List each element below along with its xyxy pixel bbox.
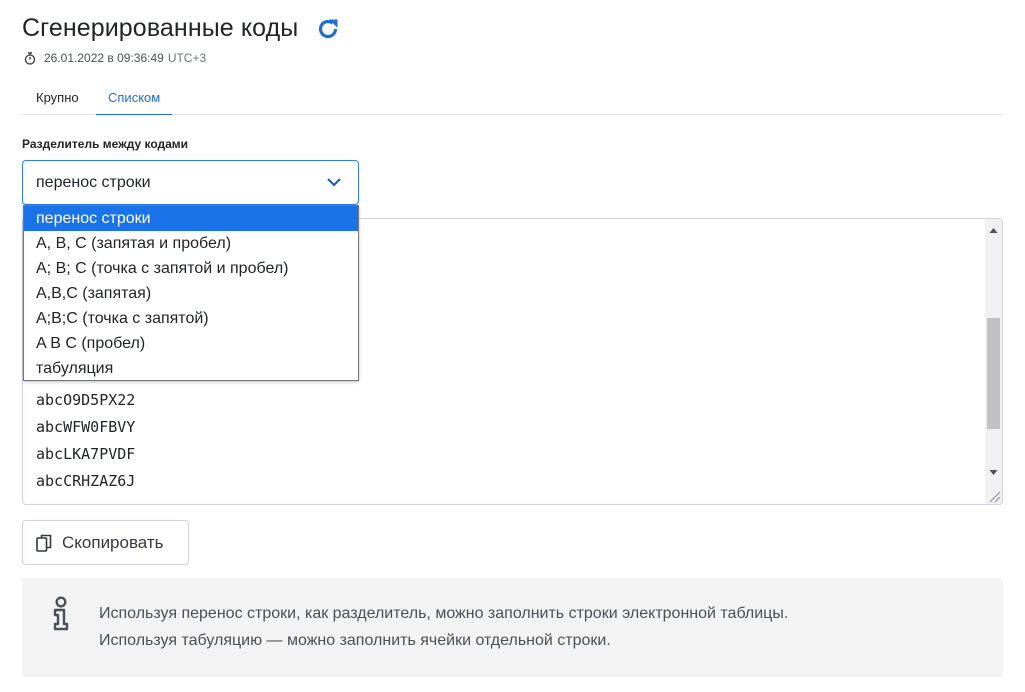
copy-button[interactable]: Скопировать (22, 520, 189, 565)
timestamp-value: 26.01.2022 в 09:36:49 (44, 51, 164, 65)
info-text-line-1: Используя перенос строки, как разделител… (99, 605, 789, 622)
separator-selected-value: перенос строки (36, 174, 151, 191)
resize-handle-icon[interactable] (987, 489, 1001, 503)
scroll-down-icon[interactable] (985, 464, 1002, 481)
info-box: Используя перенос строки, как разделител… (22, 578, 1003, 677)
separator-label: Разделитель между кодами (22, 137, 189, 151)
list-item: abcO9D5PX22 (36, 391, 136, 409)
tab-list[interactable]: Списком (96, 80, 173, 115)
copy-button-label: Скопировать (62, 532, 164, 552)
header: Сгенерированные коды (22, 14, 340, 43)
separator-option-space[interactable]: A B C (пробел) (24, 331, 358, 356)
timezone-label: UTC+3 (167, 51, 207, 65)
scroll-up-icon[interactable] (985, 222, 1002, 239)
list-item: abcLKA7PVDF (36, 445, 136, 463)
separator-option-semicolon[interactable]: A;B;C (точка с запятой) (24, 306, 358, 331)
separator-option-comma-space[interactable]: A, B, C (запятая и пробел) (24, 231, 358, 256)
generated-timestamp: 26.01.2022 в 09:36:49 UTC+3 (24, 51, 206, 65)
refresh-icon[interactable] (316, 17, 340, 41)
page-title: Сгенерированные коды (22, 14, 299, 42)
tab-large[interactable]: Крупно (24, 80, 91, 115)
scrollbar-thumb[interactable] (987, 318, 1000, 429)
list-item: abcCRHZAZ6J (36, 472, 136, 490)
separator-option-semicolon-space[interactable]: A; B; C (точка с запятой и пробел) (24, 256, 358, 281)
separator-options-list: перенос строки A, B, C (запятая и пробел… (23, 205, 359, 381)
separator-select[interactable]: перенос строки (22, 160, 359, 205)
vertical-scrollbar[interactable] (985, 219, 1002, 504)
stopwatch-icon (24, 51, 36, 65)
separator-option-comma[interactable]: A,B,C (запятая) (24, 281, 358, 306)
separator-option-newline[interactable]: перенос строки (24, 206, 358, 231)
info-text-line-2: Используя табуляцию — можно заполнить яч… (99, 632, 611, 649)
chevron-down-icon (327, 178, 341, 187)
view-tabs: Крупно Списком (22, 80, 1003, 115)
list-item: abcWFW0FBVY (36, 418, 136, 436)
info-icon (53, 596, 69, 631)
separator-option-tab[interactable]: табуляция (24, 356, 358, 381)
copy-icon (36, 534, 52, 552)
